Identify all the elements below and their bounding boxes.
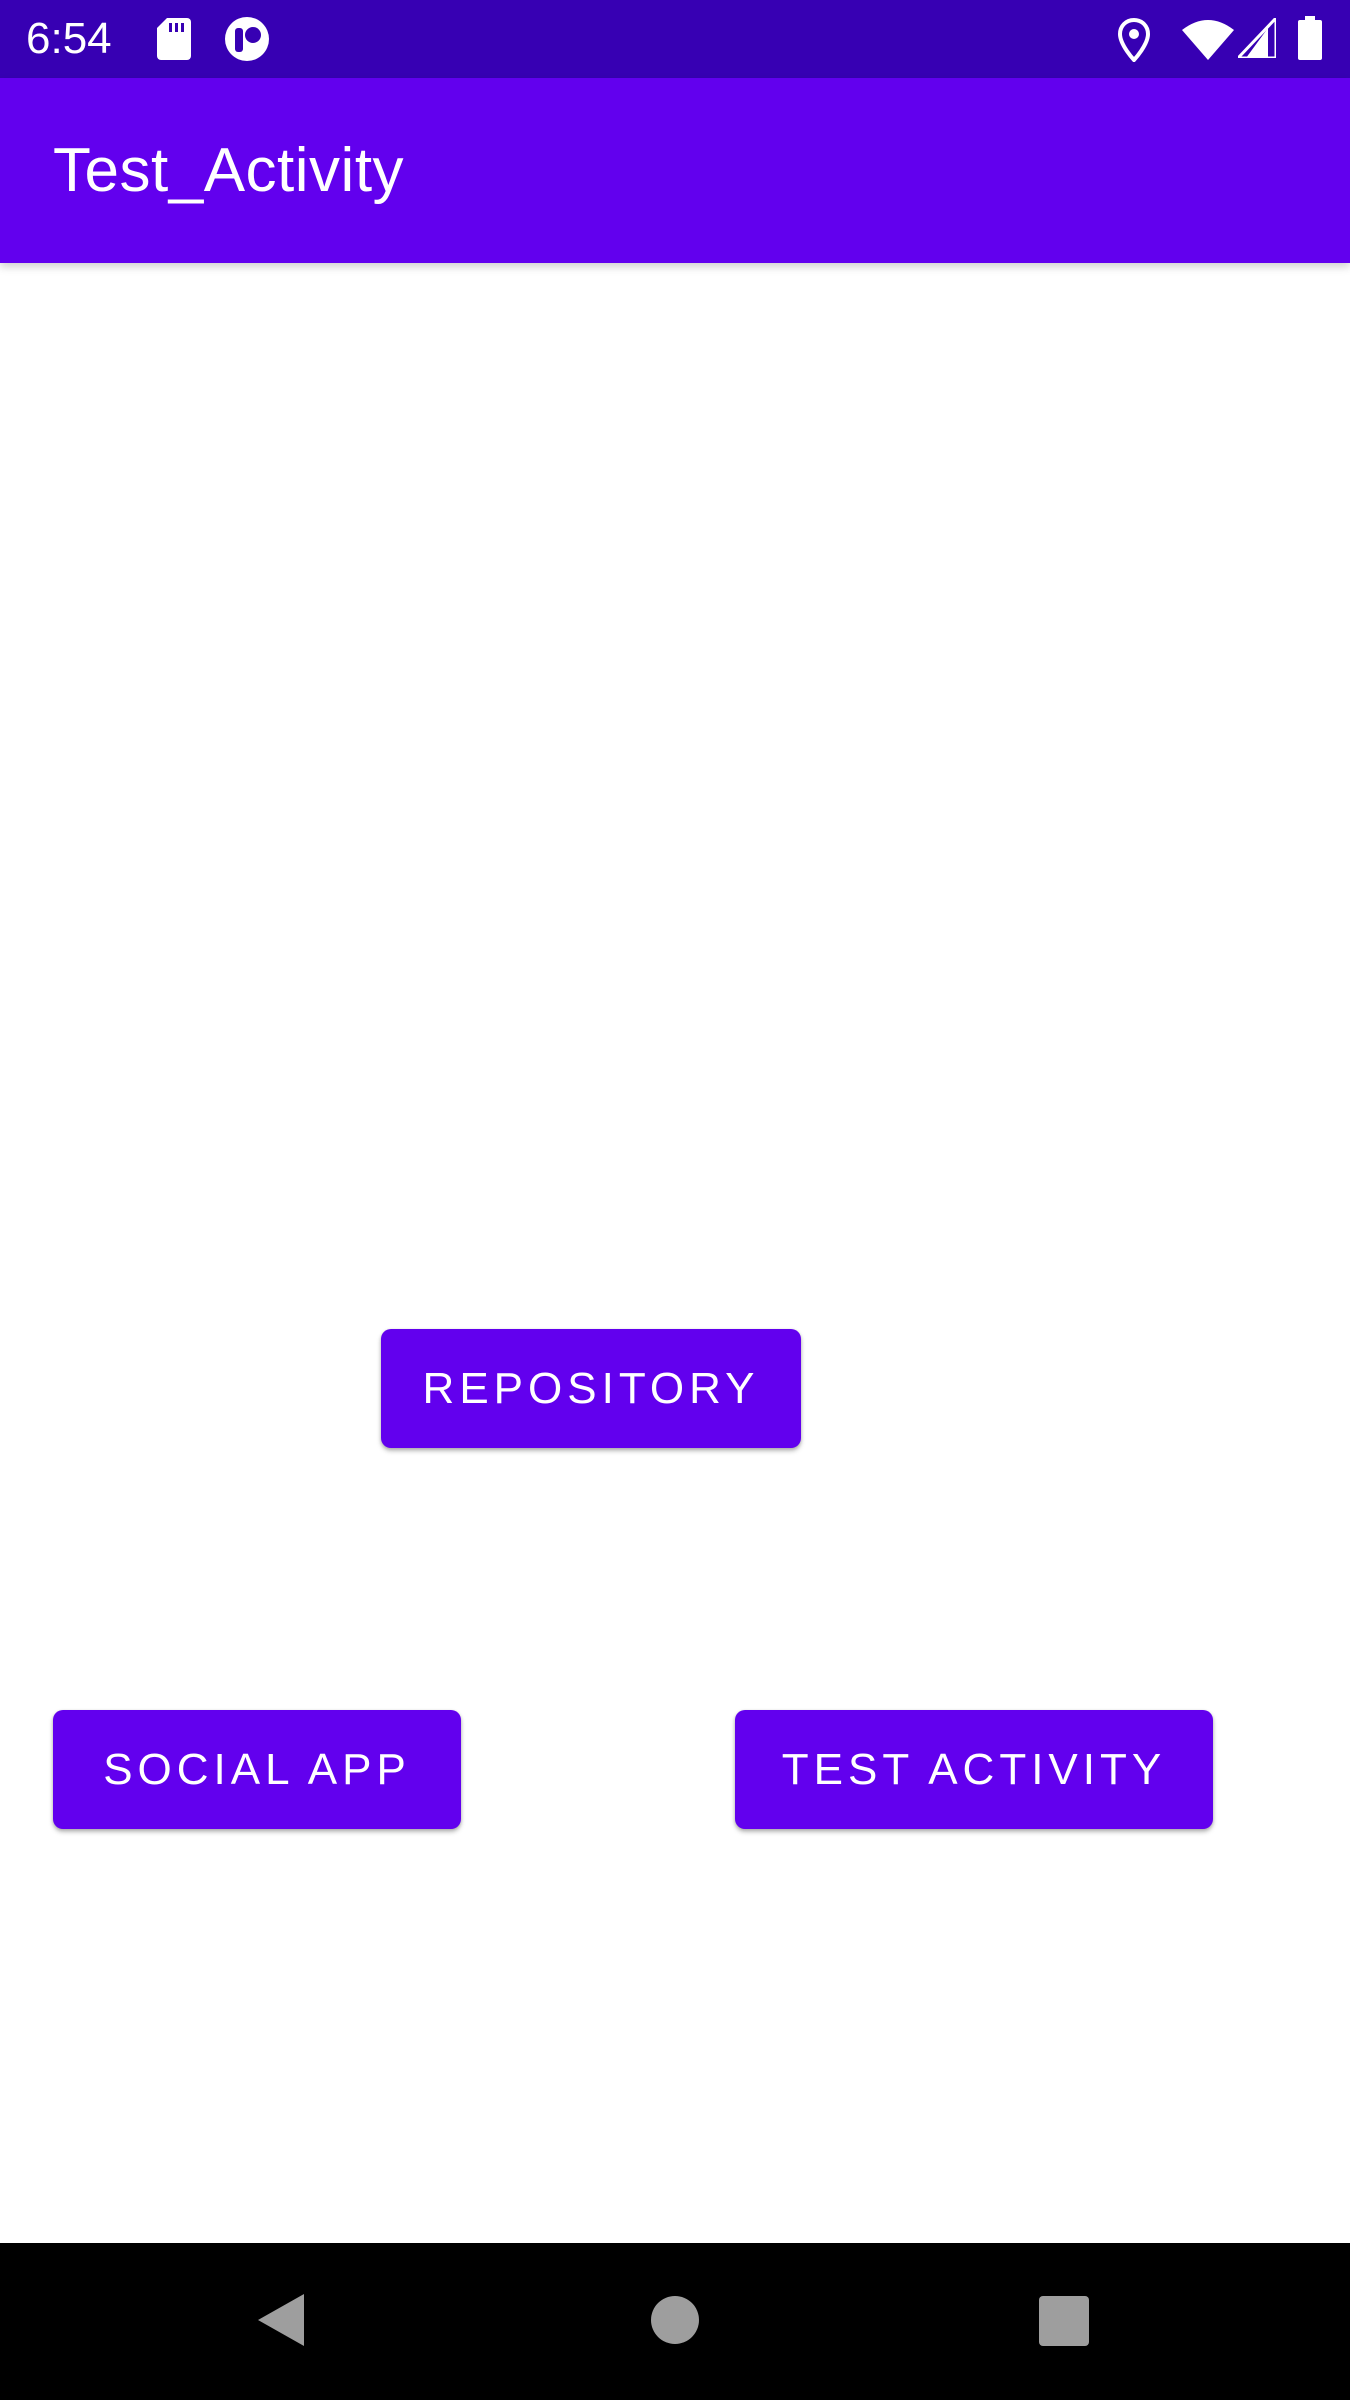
app-bar: Test_Activity bbox=[0, 78, 1350, 263]
location-icon bbox=[1118, 18, 1150, 62]
page-title: Test_Activity bbox=[53, 136, 405, 205]
status-bar: 6:54 bbox=[0, 0, 1350, 78]
status-time: 6:54 bbox=[26, 14, 112, 63]
social-app-button[interactable]: SOCIAL APP bbox=[53, 1710, 461, 1829]
test-activity-button[interactable]: TEST ACTIVITY bbox=[735, 1710, 1213, 1829]
repository-button[interactable]: REPOSITORY bbox=[381, 1329, 801, 1448]
screen: 6:54 Test_Activity REPOSITORY SOCIAL APP… bbox=[0, 0, 1350, 2400]
sd-card-icon bbox=[157, 18, 191, 60]
battery-icon bbox=[1298, 16, 1322, 60]
signal-icon bbox=[1238, 18, 1276, 58]
back-icon[interactable] bbox=[256, 2292, 306, 2348]
wifi-icon bbox=[1182, 20, 1234, 60]
recents-icon[interactable] bbox=[1039, 2296, 1089, 2346]
navigation-bar bbox=[0, 2243, 1350, 2400]
app-notification-icon bbox=[225, 17, 269, 61]
home-icon[interactable] bbox=[651, 2296, 699, 2344]
